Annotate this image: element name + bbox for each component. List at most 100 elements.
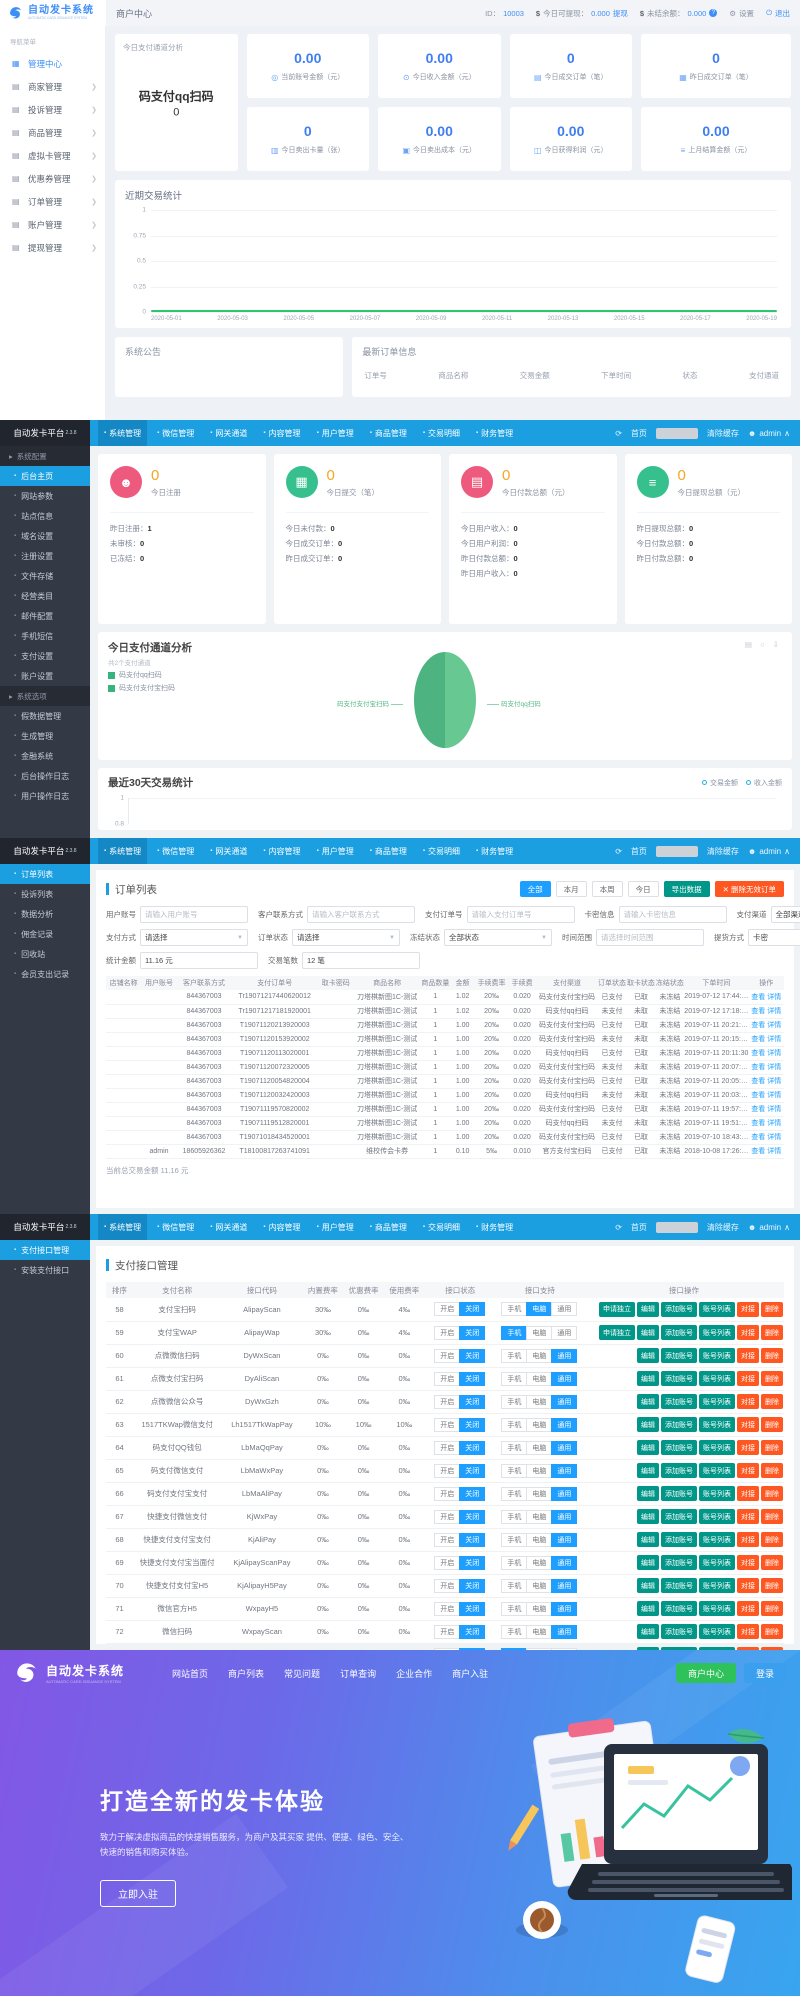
sidebar-item-3[interactable]: ▤投诉管理❯ xyxy=(0,98,105,121)
nav-menu-2[interactable]: ▪微信管理 xyxy=(151,420,200,446)
login-button[interactable]: 登录 xyxy=(744,1663,786,1683)
range-tab-2[interactable]: 本月 xyxy=(556,881,587,897)
support-通用[interactable]: 通用 xyxy=(551,1395,577,1409)
account-list-button[interactable]: 账号列表 xyxy=(699,1394,735,1409)
help-icon[interactable]: ? xyxy=(709,9,717,17)
support-通用[interactable]: 通用 xyxy=(551,1464,577,1478)
delete-button[interactable]: 删除 xyxy=(761,1601,783,1616)
view-link[interactable]: 查看 xyxy=(751,1120,765,1127)
filter-select[interactable]: 全部渠道▼ xyxy=(771,906,800,923)
state-active[interactable]: 关闭 xyxy=(459,1556,485,1570)
delete-button[interactable]: 删除 xyxy=(761,1440,783,1455)
state-active[interactable]: 关闭 xyxy=(459,1349,485,1363)
state-option[interactable]: 开启 xyxy=(434,1418,460,1432)
account-list-button[interactable]: 账号列表 xyxy=(699,1578,735,1593)
support-电脑[interactable]: 电脑 xyxy=(526,1349,552,1363)
chart-legend-item[interactable]: 交易金额 xyxy=(702,778,738,788)
support-电脑[interactable]: 电脑 xyxy=(526,1464,552,1478)
sidebar-item-5[interactable]: ▪域名设置 xyxy=(0,526,90,546)
sidebar-item-6[interactable]: ▪注册设置 xyxy=(0,546,90,566)
range-tab-4[interactable]: 今日 xyxy=(628,881,659,897)
filter-select[interactable]: 卡密▼ xyxy=(748,929,800,946)
state-active[interactable]: 关闭 xyxy=(459,1625,485,1639)
support-电脑[interactable]: 电脑 xyxy=(526,1487,552,1501)
detail-link[interactable]: 详情 xyxy=(767,994,781,1001)
filter-input[interactable]: 请选择时间范围 xyxy=(596,929,704,946)
edit-button[interactable]: 编辑 xyxy=(637,1601,659,1616)
view-link[interactable]: 查看 xyxy=(751,1050,765,1057)
sidebar-item-2[interactable]: ▪投诉列表 xyxy=(0,884,90,904)
edit-button[interactable]: 编辑 xyxy=(637,1463,659,1478)
support-通用[interactable]: 通用 xyxy=(551,1556,577,1570)
sidebar-item-9[interactable]: ▪邮件配置 xyxy=(0,606,90,626)
add-account-button[interactable]: 添加账号 xyxy=(661,1417,697,1432)
connect-button[interactable]: 对接 xyxy=(737,1440,759,1455)
account-list-button[interactable]: 账号列表 xyxy=(699,1532,735,1547)
detail-link[interactable]: 详情 xyxy=(767,1022,781,1029)
delete-button[interactable]: 删除 xyxy=(761,1578,783,1593)
account-list-button[interactable]: 账号列表 xyxy=(699,1348,735,1363)
delete-button[interactable]: 删除 xyxy=(761,1509,783,1524)
sidebar-item-5[interactable]: ▤虚拟卡管理❯ xyxy=(0,144,105,167)
filter-input[interactable]: 请输入卡密信息 xyxy=(619,906,727,923)
view-link[interactable]: 查看 xyxy=(751,1078,765,1085)
filter-input[interactable]: 请输入支付订单号 xyxy=(467,906,575,923)
connect-button[interactable]: 对接 xyxy=(737,1601,759,1616)
logout-button[interactable]: ⏻ 退出 xyxy=(766,8,790,19)
support-电脑[interactable]: 电脑 xyxy=(526,1441,552,1455)
add-account-button[interactable]: 添加账号 xyxy=(661,1463,697,1478)
nav-menu-6[interactable]: ▪商品管理 xyxy=(364,838,413,864)
sidebar-item-4[interactable]: ▤商品管理❯ xyxy=(0,121,105,144)
state-option[interactable]: 开启 xyxy=(434,1533,460,1547)
sidebar-item-1[interactable]: ▦管理中心 xyxy=(0,52,105,75)
landing-menu-5[interactable]: 企业合作 xyxy=(396,1667,432,1680)
landing-menu-1[interactable]: 网站首页 xyxy=(172,1667,208,1680)
user-menu[interactable]: ☻admin∧ xyxy=(748,429,790,438)
nav-menu-8[interactable]: ▪财务管理 xyxy=(470,838,519,864)
detail-link[interactable]: 详情 xyxy=(767,1064,781,1071)
support-手机[interactable]: 手机 xyxy=(501,1372,527,1386)
state-option[interactable]: 开启 xyxy=(434,1349,460,1363)
support-电脑[interactable]: 电脑 xyxy=(526,1510,552,1524)
support-通用[interactable]: 通用 xyxy=(551,1441,577,1455)
support-手机[interactable]: 手机 xyxy=(501,1464,527,1478)
state-active[interactable]: 关闭 xyxy=(459,1579,485,1593)
connect-button[interactable]: 对接 xyxy=(737,1463,759,1478)
sidebar-item-1[interactable]: ▪支付接口管理 xyxy=(0,1240,90,1260)
landing-menu-4[interactable]: 订单查询 xyxy=(340,1667,376,1680)
sidebar-item-2[interactable]: ▪安装支付接口 xyxy=(0,1260,90,1280)
nav-menu-2[interactable]: ▪微信管理 xyxy=(151,1214,200,1240)
support-电脑[interactable]: 电脑 xyxy=(526,1372,552,1386)
edit-button[interactable]: 编辑 xyxy=(637,1578,659,1593)
sidebar-item-18[interactable]: ▪用户操作日志 xyxy=(0,786,90,806)
export-data-button[interactable]: 导出数据 xyxy=(664,881,710,897)
connect-button[interactable]: 对接 xyxy=(737,1624,759,1639)
account-list-button[interactable]: 账号列表 xyxy=(699,1509,735,1524)
state-active[interactable]: 关闭 xyxy=(459,1602,485,1616)
state-active[interactable]: 关闭 xyxy=(459,1395,485,1409)
state-option[interactable]: 开启 xyxy=(434,1302,460,1316)
support-手机[interactable]: 手机 xyxy=(501,1510,527,1524)
view-link[interactable]: 查看 xyxy=(751,994,765,1001)
add-account-button[interactable]: 添加账号 xyxy=(661,1624,697,1639)
panel-tool-icons[interactable]: ▤ ○ ⇩ xyxy=(745,640,782,649)
state-active[interactable]: 关闭 xyxy=(459,1326,485,1340)
detail-link[interactable]: 详情 xyxy=(767,1050,781,1057)
merchant-center-button[interactable]: 商户中心 xyxy=(676,1663,736,1683)
support-电脑[interactable]: 电脑 xyxy=(526,1533,552,1547)
support-电脑[interactable]: 电脑 xyxy=(526,1302,552,1316)
support-手机[interactable]: 手机 xyxy=(501,1487,527,1501)
delete-button[interactable]: 删除 xyxy=(761,1348,783,1363)
support-通用[interactable]: 通用 xyxy=(551,1418,577,1432)
sidebar-item-2[interactable]: ▤商家管理❯ xyxy=(0,75,105,98)
delete-button[interactable]: 删除 xyxy=(761,1394,783,1409)
home-link[interactable]: 首页 xyxy=(631,846,647,857)
detail-link[interactable]: 详情 xyxy=(767,1008,781,1015)
nav-menu-4[interactable]: ▪内容管理 xyxy=(257,1214,306,1240)
sidebar-item-17[interactable]: ▪后台操作日志 xyxy=(0,766,90,786)
apply-independent-button[interactable]: 申请独立 xyxy=(599,1325,635,1340)
support-手机[interactable]: 手机 xyxy=(501,1441,527,1455)
sidebar-item-4[interactable]: ▪佣金记录 xyxy=(0,924,90,944)
nav-menu-5[interactable]: ▪用户管理 xyxy=(311,838,360,864)
edit-button[interactable]: 编辑 xyxy=(637,1302,659,1317)
